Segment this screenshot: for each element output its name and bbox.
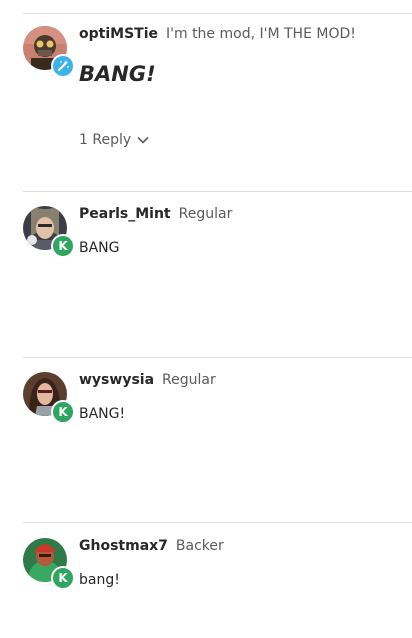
user-tag: I'm the mod, I'M THE MOD! <box>166 26 356 42</box>
comment-item: optiMSTie I'm the mod, I'M THE MOD! BANG… <box>23 26 412 176</box>
wand-icon <box>57 60 69 72</box>
comment-item: K wyswysia Regular BANG! <box>23 372 412 512</box>
avatar[interactable]: K <box>23 538 75 590</box>
username[interactable]: Ghostmax7 <box>79 538 168 554</box>
moderator-badge <box>51 54 75 78</box>
comment-item: K Ghostmax7 Backer bang! <box>23 538 412 634</box>
user-tag: Regular <box>178 206 233 222</box>
username[interactable]: Pearls_Mint <box>79 206 171 222</box>
chevron-down-icon <box>137 136 149 144</box>
comment-content: Pearls_Mint Regular BANG <box>79 206 412 256</box>
replies-toggle[interactable]: 1 Reply <box>79 132 149 148</box>
divider <box>23 13 412 14</box>
comment-header: optiMSTie I'm the mod, I'M THE MOD! <box>79 26 412 42</box>
comment-header: Pearls_Mint Regular <box>79 206 412 222</box>
backer-badge: K <box>51 234 75 258</box>
comment-content: optiMSTie I'm the mod, I'M THE MOD! BANG… <box>79 26 412 148</box>
backer-badge: K <box>51 400 75 424</box>
comment-header: wyswysia Regular <box>79 372 412 388</box>
comment-body: bang! <box>79 572 120 588</box>
comment-feed: optiMSTie I'm the mod, I'M THE MOD! BANG… <box>0 0 412 638</box>
comment-body: BANG! <box>79 406 126 422</box>
avatar[interactable]: K <box>23 372 75 424</box>
user-tag: Backer <box>175 538 224 554</box>
user-tag: Regular <box>162 372 216 388</box>
avatar[interactable]: K <box>23 206 75 258</box>
comment-content: wyswysia Regular BANG! <box>79 372 412 422</box>
comment-body: BANG! <box>79 62 156 86</box>
backer-badge: K <box>51 566 75 590</box>
replies-label: 1 Reply <box>79 132 132 148</box>
comment-body: BANG <box>79 240 120 256</box>
divider <box>23 357 412 358</box>
comment-header: Ghostmax7 Backer <box>79 538 412 554</box>
avatar[interactable] <box>23 26 75 78</box>
comment-content: Ghostmax7 Backer bang! <box>79 538 412 588</box>
username[interactable]: wyswysia <box>79 372 154 388</box>
divider <box>23 191 412 192</box>
divider <box>23 522 412 523</box>
username[interactable]: optiMSTie <box>79 26 158 42</box>
comment-item: K Pearls_Mint Regular BANG <box>23 206 412 346</box>
